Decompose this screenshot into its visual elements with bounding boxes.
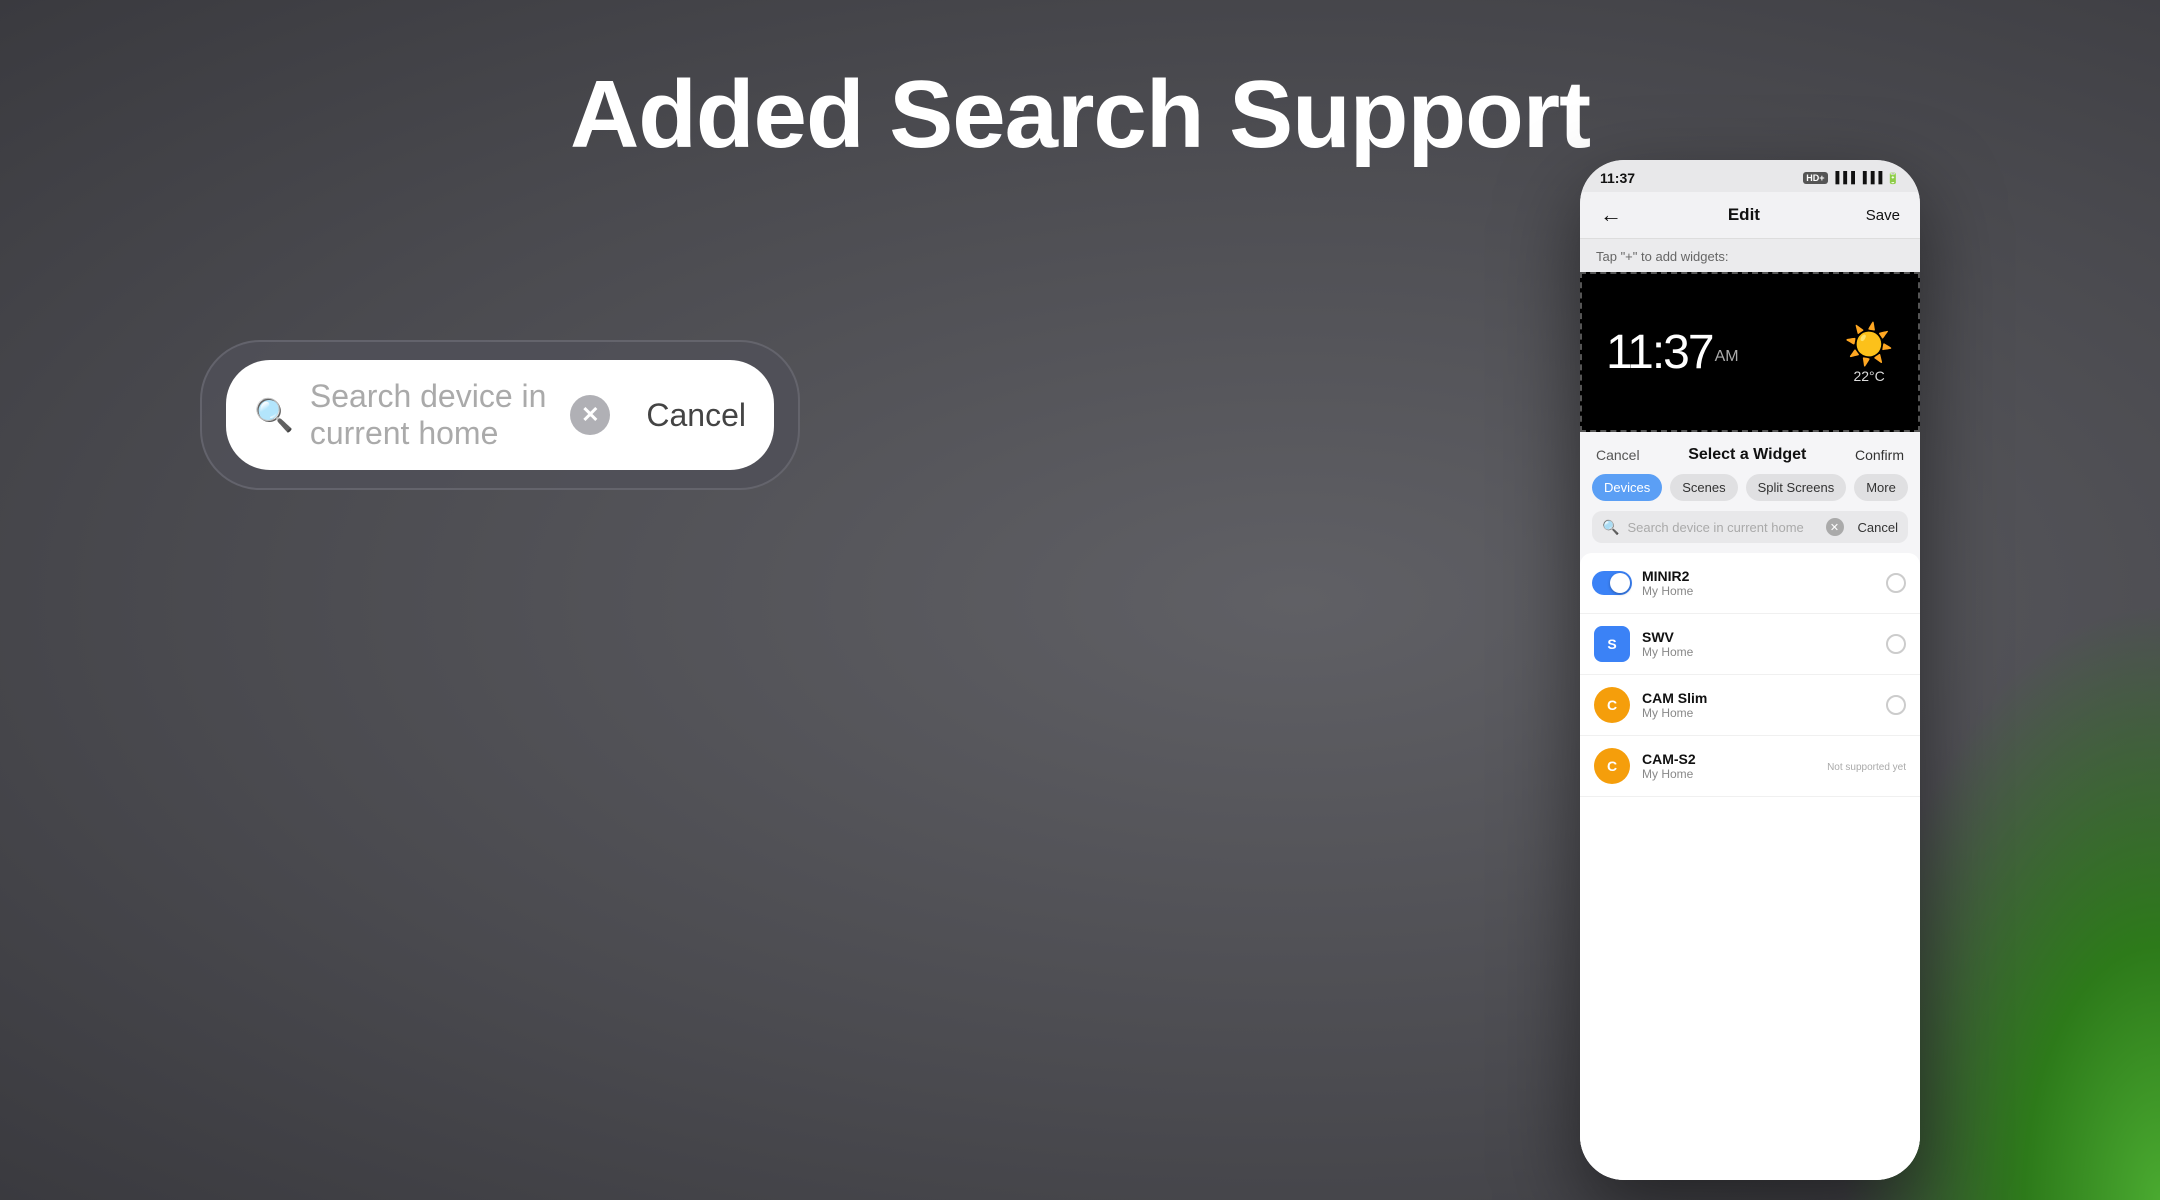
modal-search-placeholder: Search device in current home	[1627, 520, 1817, 535]
weather-temp: 22°C	[1853, 368, 1884, 384]
device-icon-cam-slim: C	[1594, 687, 1630, 723]
weather-icon: ☀️	[1844, 321, 1894, 368]
modal-title: Select a Widget	[1688, 446, 1806, 464]
search-placeholder: Search device in current home	[310, 378, 555, 452]
search-bar-demo: 🔍 Search device in current home ✕ Cancel	[200, 340, 800, 490]
device-icon-swv: S	[1594, 626, 1630, 662]
device-home-swv: My Home	[1642, 645, 1874, 659]
device-info-cam-s2: CAM-S2 My Home	[1642, 751, 1815, 781]
tab-split-screens[interactable]: Split Screens	[1746, 474, 1847, 501]
edit-title: Edit	[1728, 205, 1760, 225]
device-radio-cam-slim[interactable]	[1886, 695, 1906, 715]
status-time: 11:37	[1600, 170, 1635, 186]
modal-search-icon: 🔍	[1602, 519, 1619, 536]
weather-display: ☀️ 22°C	[1844, 321, 1894, 384]
search-outer-ring: 🔍 Search device in current home ✕ Cancel	[200, 340, 800, 490]
device-name-minir2: MINIR2	[1642, 568, 1874, 584]
device-icon-cam-s2: C	[1594, 748, 1630, 784]
device-radio-minir2[interactable]	[1886, 573, 1906, 593]
device-item-cam-s2[interactable]: C CAM-S2 My Home Not supported yet	[1580, 736, 1920, 797]
signal-icon: ▐▐▐	[1832, 172, 1855, 184]
device-home-cam-s2: My Home	[1642, 767, 1815, 781]
swv-icon-label: S	[1607, 636, 1616, 652]
cam-s2-icon-label: C	[1607, 758, 1617, 774]
clock-widget: 11:37AM ☀️ 22°C	[1580, 272, 1920, 432]
toggle-switch	[1592, 571, 1632, 595]
device-item-swv[interactable]: S SWV My Home	[1580, 614, 1920, 675]
phone-mockup: 11:37 HD+ ▐▐▐ ▐▐▐ 🔋 ← Edit Save Tap "+" …	[1580, 160, 1920, 1180]
tab-more[interactable]: More	[1854, 474, 1908, 501]
modal-search-cancel[interactable]: Cancel	[1858, 520, 1898, 535]
tab-scenes[interactable]: Scenes	[1670, 474, 1737, 501]
status-icons: HD+ ▐▐▐ ▐▐▐ 🔋	[1803, 172, 1900, 185]
tab-bar: Devices Scenes Split Screens More	[1580, 474, 1920, 511]
device-name-swv: SWV	[1642, 629, 1874, 645]
edit-header: ← Edit Save	[1580, 192, 1920, 239]
device-list: MINIR2 My Home S SWV My Home	[1580, 553, 1920, 1180]
device-name-cam-s2: CAM-S2	[1642, 751, 1815, 767]
clock-display: 11:37AM	[1606, 325, 1739, 380]
device-item-cam-slim[interactable]: C CAM Slim My Home	[1580, 675, 1920, 736]
modal-search-bar[interactable]: 🔍 Search device in current home ✕ Cancel	[1592, 511, 1908, 543]
search-inner[interactable]: 🔍 Search device in current home ✕ Cancel	[226, 360, 774, 470]
tab-devices[interactable]: Devices	[1592, 474, 1662, 501]
modal-confirm-button[interactable]: Confirm	[1855, 447, 1904, 463]
device-icon-minir2	[1594, 565, 1630, 601]
device-info-swv: SWV My Home	[1642, 629, 1874, 659]
device-name-cam-slim: CAM Slim	[1642, 690, 1874, 706]
device-info-minir2: MINIR2 My Home	[1642, 568, 1874, 598]
search-clear-icon[interactable]: ✕	[570, 395, 610, 435]
search-icon: 🔍	[254, 396, 294, 434]
modal-sheet: Cancel Select a Widget Confirm Devices S…	[1580, 432, 1920, 1180]
widget-hint: Tap "+" to add widgets:	[1580, 239, 1920, 272]
clock-ampm: AM	[1715, 348, 1739, 365]
back-button[interactable]: ←	[1600, 202, 1622, 228]
device-item-minir2[interactable]: MINIR2 My Home	[1580, 553, 1920, 614]
search-cancel-button[interactable]: Cancel	[646, 397, 746, 434]
device-home-cam-slim: My Home	[1642, 706, 1874, 720]
device-info-cam-slim: CAM Slim My Home	[1642, 690, 1874, 720]
device-home-minir2: My Home	[1642, 584, 1874, 598]
status-bar: 11:37 HD+ ▐▐▐ ▐▐▐ 🔋	[1580, 160, 1920, 192]
modal-search-clear[interactable]: ✕	[1826, 518, 1844, 536]
signal-icon-2: ▐▐▐	[1859, 172, 1882, 184]
cam-slim-icon-label: C	[1607, 697, 1617, 713]
modal-header: Cancel Select a Widget Confirm	[1580, 432, 1920, 474]
network-badge: HD+	[1803, 172, 1827, 184]
battery-icon: 🔋	[1886, 172, 1900, 185]
not-supported-label: Not supported yet	[1827, 757, 1906, 775]
modal-cancel-button[interactable]: Cancel	[1596, 447, 1640, 463]
save-button[interactable]: Save	[1866, 207, 1900, 224]
clock-time: 11:37	[1606, 326, 1713, 379]
device-radio-swv[interactable]	[1886, 634, 1906, 654]
page-title: Added Search Support	[0, 60, 2160, 170]
